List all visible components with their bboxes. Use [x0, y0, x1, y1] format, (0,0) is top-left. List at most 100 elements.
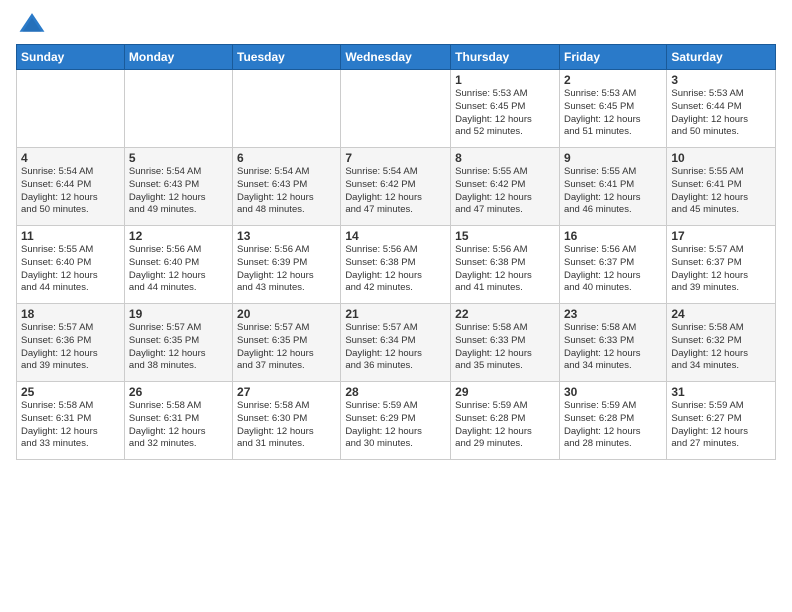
day-info: Sunrise: 5:56 AM Sunset: 6:40 PM Dayligh…: [129, 244, 228, 295]
day-number: 20: [237, 307, 336, 321]
day-number: 14: [345, 229, 446, 243]
day-info: Sunrise: 5:59 AM Sunset: 6:27 PM Dayligh…: [671, 400, 771, 451]
calendar-cell: 30Sunrise: 5:59 AM Sunset: 6:28 PM Dayli…: [559, 382, 666, 460]
calendar-cell: 13Sunrise: 5:56 AM Sunset: 6:39 PM Dayli…: [233, 226, 341, 304]
calendar-cell: 18Sunrise: 5:57 AM Sunset: 6:36 PM Dayli…: [17, 304, 125, 382]
week-row: 11Sunrise: 5:55 AM Sunset: 6:40 PM Dayli…: [17, 226, 776, 304]
calendar-cell: 11Sunrise: 5:55 AM Sunset: 6:40 PM Dayli…: [17, 226, 125, 304]
day-number: 29: [455, 385, 555, 399]
day-number: 13: [237, 229, 336, 243]
day-info: Sunrise: 5:57 AM Sunset: 6:36 PM Dayligh…: [21, 322, 120, 373]
day-info: Sunrise: 5:55 AM Sunset: 6:41 PM Dayligh…: [564, 166, 662, 217]
day-number: 30: [564, 385, 662, 399]
day-number: 1: [455, 73, 555, 87]
day-number: 4: [21, 151, 120, 165]
calendar-cell: 10Sunrise: 5:55 AM Sunset: 6:41 PM Dayli…: [667, 148, 776, 226]
calendar: SundayMondayTuesdayWednesdayThursdayFrid…: [16, 44, 776, 460]
day-info: Sunrise: 5:56 AM Sunset: 6:38 PM Dayligh…: [345, 244, 446, 295]
weekday-header: Monday: [124, 45, 232, 70]
day-number: 3: [671, 73, 771, 87]
calendar-cell: 29Sunrise: 5:59 AM Sunset: 6:28 PM Dayli…: [451, 382, 560, 460]
day-number: 7: [345, 151, 446, 165]
day-number: 19: [129, 307, 228, 321]
calendar-cell: 20Sunrise: 5:57 AM Sunset: 6:35 PM Dayli…: [233, 304, 341, 382]
day-info: Sunrise: 5:56 AM Sunset: 6:39 PM Dayligh…: [237, 244, 336, 295]
calendar-cell: 26Sunrise: 5:58 AM Sunset: 6:31 PM Dayli…: [124, 382, 232, 460]
calendar-cell: 16Sunrise: 5:56 AM Sunset: 6:37 PM Dayli…: [559, 226, 666, 304]
day-info: Sunrise: 5:59 AM Sunset: 6:29 PM Dayligh…: [345, 400, 446, 451]
calendar-cell: 4Sunrise: 5:54 AM Sunset: 6:44 PM Daylig…: [17, 148, 125, 226]
day-number: 2: [564, 73, 662, 87]
day-number: 18: [21, 307, 120, 321]
weekday-header: Friday: [559, 45, 666, 70]
day-info: Sunrise: 5:59 AM Sunset: 6:28 PM Dayligh…: [455, 400, 555, 451]
day-info: Sunrise: 5:53 AM Sunset: 6:44 PM Dayligh…: [671, 88, 771, 139]
day-number: 21: [345, 307, 446, 321]
day-number: 8: [455, 151, 555, 165]
day-info: Sunrise: 5:57 AM Sunset: 6:37 PM Dayligh…: [671, 244, 771, 295]
calendar-cell: 7Sunrise: 5:54 AM Sunset: 6:42 PM Daylig…: [341, 148, 451, 226]
calendar-cell: 22Sunrise: 5:58 AM Sunset: 6:33 PM Dayli…: [451, 304, 560, 382]
week-row: 1Sunrise: 5:53 AM Sunset: 6:45 PM Daylig…: [17, 70, 776, 148]
day-number: 17: [671, 229, 771, 243]
day-number: 15: [455, 229, 555, 243]
day-number: 10: [671, 151, 771, 165]
week-row: 4Sunrise: 5:54 AM Sunset: 6:44 PM Daylig…: [17, 148, 776, 226]
day-number: 12: [129, 229, 228, 243]
day-info: Sunrise: 5:53 AM Sunset: 6:45 PM Dayligh…: [564, 88, 662, 139]
day-number: 27: [237, 385, 336, 399]
day-info: Sunrise: 5:58 AM Sunset: 6:31 PM Dayligh…: [21, 400, 120, 451]
header: [16, 10, 776, 38]
week-row: 25Sunrise: 5:58 AM Sunset: 6:31 PM Dayli…: [17, 382, 776, 460]
calendar-cell: 2Sunrise: 5:53 AM Sunset: 6:45 PM Daylig…: [559, 70, 666, 148]
day-info: Sunrise: 5:58 AM Sunset: 6:32 PM Dayligh…: [671, 322, 771, 373]
calendar-cell: 14Sunrise: 5:56 AM Sunset: 6:38 PM Dayli…: [341, 226, 451, 304]
day-info: Sunrise: 5:58 AM Sunset: 6:31 PM Dayligh…: [129, 400, 228, 451]
day-info: Sunrise: 5:58 AM Sunset: 6:30 PM Dayligh…: [237, 400, 336, 451]
day-info: Sunrise: 5:54 AM Sunset: 6:42 PM Dayligh…: [345, 166, 446, 217]
calendar-cell: 6Sunrise: 5:54 AM Sunset: 6:43 PM Daylig…: [233, 148, 341, 226]
week-row: 18Sunrise: 5:57 AM Sunset: 6:36 PM Dayli…: [17, 304, 776, 382]
day-info: Sunrise: 5:59 AM Sunset: 6:28 PM Dayligh…: [564, 400, 662, 451]
calendar-cell: [124, 70, 232, 148]
day-number: 28: [345, 385, 446, 399]
day-number: 5: [129, 151, 228, 165]
calendar-cell: 15Sunrise: 5:56 AM Sunset: 6:38 PM Dayli…: [451, 226, 560, 304]
day-info: Sunrise: 5:55 AM Sunset: 6:42 PM Dayligh…: [455, 166, 555, 217]
day-number: 26: [129, 385, 228, 399]
day-number: 23: [564, 307, 662, 321]
calendar-cell: 5Sunrise: 5:54 AM Sunset: 6:43 PM Daylig…: [124, 148, 232, 226]
day-info: Sunrise: 5:53 AM Sunset: 6:45 PM Dayligh…: [455, 88, 555, 139]
day-number: 31: [671, 385, 771, 399]
calendar-cell: 17Sunrise: 5:57 AM Sunset: 6:37 PM Dayli…: [667, 226, 776, 304]
calendar-cell: 1Sunrise: 5:53 AM Sunset: 6:45 PM Daylig…: [451, 70, 560, 148]
day-info: Sunrise: 5:56 AM Sunset: 6:38 PM Dayligh…: [455, 244, 555, 295]
weekday-header: Tuesday: [233, 45, 341, 70]
day-number: 22: [455, 307, 555, 321]
calendar-cell: 3Sunrise: 5:53 AM Sunset: 6:44 PM Daylig…: [667, 70, 776, 148]
weekday-header: Wednesday: [341, 45, 451, 70]
day-number: 24: [671, 307, 771, 321]
day-number: 6: [237, 151, 336, 165]
calendar-cell: [17, 70, 125, 148]
day-info: Sunrise: 5:57 AM Sunset: 6:34 PM Dayligh…: [345, 322, 446, 373]
day-info: Sunrise: 5:54 AM Sunset: 6:43 PM Dayligh…: [129, 166, 228, 217]
calendar-cell: [233, 70, 341, 148]
calendar-cell: 19Sunrise: 5:57 AM Sunset: 6:35 PM Dayli…: [124, 304, 232, 382]
calendar-cell: 23Sunrise: 5:58 AM Sunset: 6:33 PM Dayli…: [559, 304, 666, 382]
logo-area: [16, 10, 46, 38]
calendar-cell: 25Sunrise: 5:58 AM Sunset: 6:31 PM Dayli…: [17, 382, 125, 460]
calendar-cell: 24Sunrise: 5:58 AM Sunset: 6:32 PM Dayli…: [667, 304, 776, 382]
calendar-cell: 27Sunrise: 5:58 AM Sunset: 6:30 PM Dayli…: [233, 382, 341, 460]
calendar-cell: 28Sunrise: 5:59 AM Sunset: 6:29 PM Dayli…: [341, 382, 451, 460]
calendar-cell: 21Sunrise: 5:57 AM Sunset: 6:34 PM Dayli…: [341, 304, 451, 382]
page: SundayMondayTuesdayWednesdayThursdayFrid…: [0, 0, 792, 470]
day-number: 25: [21, 385, 120, 399]
logo-icon: [18, 10, 46, 38]
calendar-cell: 12Sunrise: 5:56 AM Sunset: 6:40 PM Dayli…: [124, 226, 232, 304]
day-info: Sunrise: 5:57 AM Sunset: 6:35 PM Dayligh…: [237, 322, 336, 373]
day-info: Sunrise: 5:56 AM Sunset: 6:37 PM Dayligh…: [564, 244, 662, 295]
day-info: Sunrise: 5:54 AM Sunset: 6:44 PM Dayligh…: [21, 166, 120, 217]
calendar-cell: 9Sunrise: 5:55 AM Sunset: 6:41 PM Daylig…: [559, 148, 666, 226]
day-info: Sunrise: 5:58 AM Sunset: 6:33 PM Dayligh…: [564, 322, 662, 373]
